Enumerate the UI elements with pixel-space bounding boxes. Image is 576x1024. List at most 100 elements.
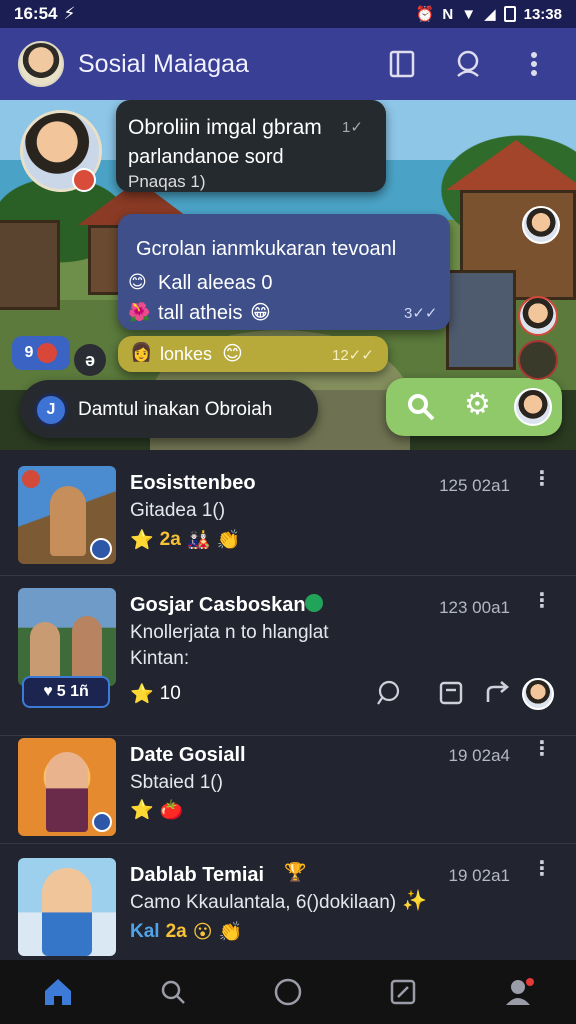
item-reactions: ⭐ 🍅 bbox=[130, 798, 183, 822]
status-bar: 16:54 ⚡ ⏰ N ▼ ◢ 13:38 bbox=[0, 0, 576, 28]
side-status-icon[interactable] bbox=[518, 340, 558, 380]
contact-avatar-side[interactable] bbox=[518, 296, 558, 336]
item-subtitle: Gitadea 1() bbox=[130, 500, 226, 521]
list-item[interactable]: Dablab Temiai 🏆 Camo Kkaulantala, 6()dok… bbox=[0, 844, 576, 960]
post-body: parlandanoe sord bbox=[128, 146, 284, 168]
face-icon: 😮 bbox=[192, 921, 213, 943]
message-time: 3✓✓ bbox=[404, 305, 438, 322]
share-icon[interactable] bbox=[484, 680, 512, 711]
reaction-count: 2a bbox=[165, 921, 187, 942]
app-title: Sosial Maiagaa bbox=[78, 49, 249, 78]
hut-roof-right bbox=[446, 140, 576, 190]
sparkle-icon: ✨ bbox=[402, 890, 427, 912]
like-count: 5 1ñ bbox=[56, 683, 89, 700]
circle-icon bbox=[274, 978, 302, 1006]
item-menu-icon[interactable]: ⋮ bbox=[532, 739, 552, 759]
item-title: Gosjar Casboskan bbox=[130, 594, 306, 616]
item-title: Dablab Temiai bbox=[130, 864, 265, 886]
search-icon[interactable] bbox=[444, 40, 492, 88]
charging-icon: ⚡ bbox=[63, 4, 76, 23]
item-reactions: ⭐ 2a 🎎 👏 bbox=[130, 528, 240, 552]
item-menu-icon[interactable]: ⋮ bbox=[532, 469, 552, 489]
item-menu-icon[interactable]: ⋮ bbox=[532, 859, 552, 879]
message-bubble[interactable]: Gcrolan ianmkukaran tevoanl 😊 Kall aleea… bbox=[118, 214, 450, 330]
emoji-face-icon: 😊 bbox=[128, 272, 147, 292]
item-time: 125 02a1 bbox=[439, 476, 510, 495]
bottom-navigation bbox=[0, 960, 576, 1024]
star-icon: ⭐ bbox=[130, 530, 154, 551]
like-chip[interactable]: ♥ 5 1ñ bbox=[22, 676, 110, 708]
nav-search[interactable] bbox=[145, 964, 201, 1020]
info-icon: J bbox=[34, 393, 68, 427]
user-face-icon: 👩 bbox=[130, 342, 153, 362]
signal-icon: ◢ bbox=[484, 6, 496, 23]
clap-icon: 👏 bbox=[216, 530, 241, 551]
alarm-icon: ⏰ bbox=[415, 6, 435, 23]
settings-gear-icon[interactable]: ⚙ bbox=[464, 390, 491, 420]
item-title: Eosisttenbeo bbox=[130, 472, 256, 494]
thumbnail-child bbox=[18, 858, 116, 956]
heart-icon: ♥ bbox=[43, 683, 53, 700]
nav-create[interactable] bbox=[260, 964, 316, 1020]
item-reactions: Kal 2a 😮 👏 bbox=[130, 920, 242, 944]
search-icon bbox=[161, 980, 185, 1004]
list-item[interactable]: Eosisttenbeo Gitadea 1() ⭐ 2a 🎎 👏 125 02… bbox=[0, 450, 576, 576]
hut-mid-right bbox=[446, 270, 516, 370]
nav-profile[interactable] bbox=[490, 964, 546, 1020]
likes-text: lonkes bbox=[160, 344, 213, 364]
edit-icon bbox=[390, 979, 416, 1005]
trophy-icon: 🏆 bbox=[284, 862, 307, 882]
thumb-corner-icon bbox=[22, 470, 40, 488]
item-subtitle: Camo Kkaulantala, 6()dokilaan) bbox=[130, 892, 397, 913]
likes-bubble[interactable]: 👩 lonkes 😊 12✓✓ bbox=[118, 336, 388, 372]
post-title: Obroliin imgal gbram bbox=[128, 116, 322, 139]
item-time: 123 00a1 bbox=[439, 598, 510, 617]
sharer-avatar[interactable] bbox=[522, 678, 554, 710]
status-clock: 13:38 bbox=[523, 5, 562, 23]
list-item[interactable]: ♥ 5 1ñ Gosjar Casboskan Knollerjata n to… bbox=[0, 576, 576, 736]
post-bubble[interactable]: Obroliin imgal gbram 1✓ parlandanoe sord… bbox=[116, 100, 386, 192]
contact-avatar-top[interactable] bbox=[522, 206, 560, 244]
item-subtitle: Knollerjata n to hlanglat bbox=[130, 622, 329, 643]
verified-icon bbox=[305, 594, 323, 612]
message-line2: tall atheis bbox=[158, 302, 243, 324]
thumb-figure bbox=[42, 868, 92, 956]
star-icon: ⭐ bbox=[130, 800, 154, 821]
profile-avatar[interactable] bbox=[18, 41, 64, 87]
emoji-flower-icon: 🌺 bbox=[128, 302, 151, 322]
reaction-badge[interactable]: 9 bbox=[12, 336, 70, 370]
thumbnail-portrait bbox=[18, 738, 116, 836]
message-title: Gcrolan ianmkukaran tevoanl bbox=[136, 238, 397, 260]
item-subtitle-2: Kintan: bbox=[130, 648, 190, 669]
clap-icon: 👏 bbox=[218, 922, 243, 943]
smile-icon: 😊 bbox=[222, 343, 243, 365]
thumb-figure-1 bbox=[30, 622, 60, 682]
action-bubble: ⚙ bbox=[386, 378, 562, 436]
item-subtitle: Sbtaied 1() bbox=[130, 772, 223, 793]
book-icon[interactable] bbox=[378, 40, 426, 88]
list-item[interactable]: Date Gosiall Sbtaied 1() ⭐ 🍅 19 02a4 ⋮ bbox=[0, 736, 576, 844]
comment-icon[interactable] bbox=[376, 680, 402, 711]
group-link-icon[interactable]: ə bbox=[74, 344, 106, 376]
thumb-figure-2 bbox=[72, 616, 102, 682]
feed-list: Eosisttenbeo Gitadea 1() ⭐ 2a 🎎 👏 125 02… bbox=[0, 450, 576, 960]
item-stars: ⭐ 10 bbox=[130, 682, 181, 706]
nfc-icon: N bbox=[442, 5, 454, 23]
nav-compose[interactable] bbox=[375, 964, 431, 1020]
bookmark-icon[interactable] bbox=[438, 680, 464, 711]
star-count: 10 bbox=[159, 683, 181, 704]
thumbnail-warrior bbox=[18, 466, 116, 564]
item-time: 19 02a1 bbox=[448, 866, 510, 885]
search-icon[interactable] bbox=[406, 392, 436, 427]
hero-scene: Obroliin imgal gbram 1✓ parlandanoe sord… bbox=[0, 100, 576, 450]
overflow-menu-icon[interactable] bbox=[510, 40, 558, 88]
item-menu-icon[interactable]: ⋮ bbox=[532, 591, 552, 611]
nav-home[interactable] bbox=[30, 964, 86, 1020]
star-icon: ⭐ bbox=[130, 684, 154, 705]
reaction-label: Kal bbox=[130, 921, 160, 942]
reaction-count: 9 bbox=[24, 344, 34, 361]
contact-avatar-action[interactable] bbox=[514, 388, 552, 426]
emoji-grin-icon: 😁 bbox=[250, 302, 271, 324]
chat-pill[interactable]: J Damtul inakan Obroiah bbox=[20, 380, 318, 438]
hut-far-left bbox=[0, 220, 60, 310]
